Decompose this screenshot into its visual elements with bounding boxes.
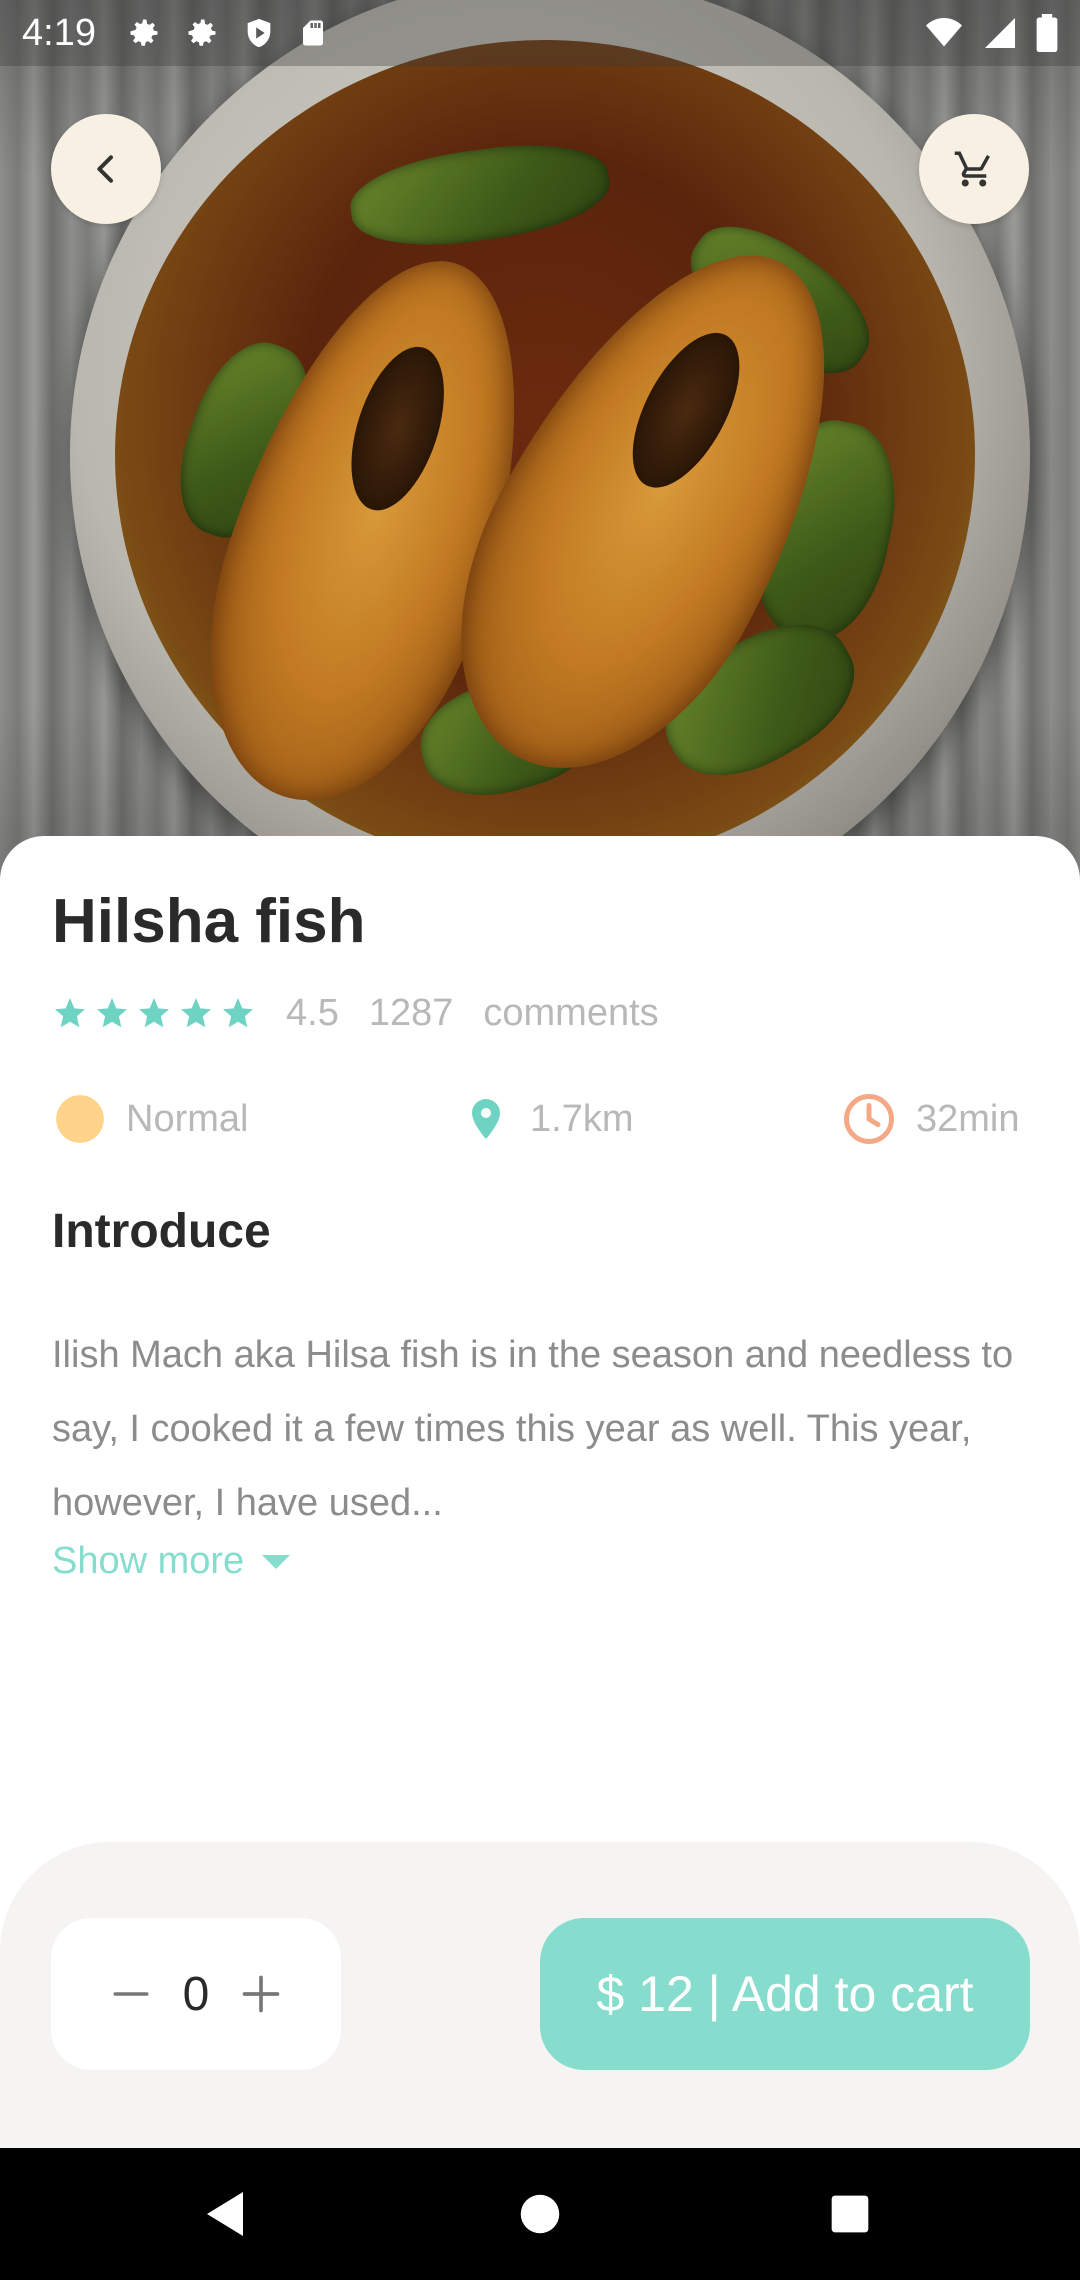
location-pin-icon bbox=[472, 1099, 500, 1139]
level-label: Normal bbox=[126, 1097, 249, 1140]
show-more-link[interactable]: Show more bbox=[52, 1540, 291, 1583]
star-icon bbox=[181, 998, 211, 1028]
star-rating bbox=[52, 995, 256, 1031]
minus-icon bbox=[113, 1992, 149, 1996]
battery-icon bbox=[1036, 14, 1058, 52]
increment-button[interactable] bbox=[235, 1968, 287, 2020]
difficulty-level: Normal bbox=[54, 1090, 248, 1148]
sd-card-icon bbox=[302, 20, 323, 46]
product-title: Hilsha fish bbox=[52, 887, 366, 956]
caret-down-icon bbox=[262, 1554, 291, 1569]
cart-icon bbox=[954, 151, 990, 187]
comment-count: 1287 bbox=[368, 991, 454, 1034]
star-icon bbox=[97, 998, 127, 1028]
add-to-cart-button[interactable]: $ 12 | Add to cart bbox=[540, 1918, 1030, 2070]
nav-recents-button[interactable] bbox=[820, 2184, 880, 2244]
introduce-heading: Introduce bbox=[52, 1205, 271, 1258]
nav-back-icon bbox=[207, 2192, 243, 2236]
star-icon bbox=[139, 998, 169, 1028]
status-bar: 4:19 bbox=[0, 0, 1080, 66]
wifi-icon bbox=[926, 18, 962, 47]
quantity-stepper: 0 bbox=[51, 1918, 341, 2070]
level-dot-icon bbox=[56, 1095, 104, 1143]
star-icon bbox=[223, 998, 253, 1028]
show-more-label: Show more bbox=[52, 1540, 245, 1582]
system-nav-bar bbox=[0, 2148, 1080, 2280]
meta-row: Normal 1.7km 32min bbox=[0, 1090, 1080, 1148]
settings-icon bbox=[188, 19, 216, 46]
comments-label: comments bbox=[483, 991, 659, 1034]
signal-icon bbox=[985, 18, 1015, 48]
nav-home-button[interactable] bbox=[510, 2184, 570, 2244]
time-label: 32min bbox=[916, 1097, 1020, 1140]
settings-icon bbox=[130, 19, 158, 46]
nav-recents-icon bbox=[831, 2195, 869, 2233]
shield-play-icon bbox=[247, 18, 271, 48]
nav-home-icon bbox=[520, 2194, 560, 2234]
quantity-value: 0 bbox=[182, 1967, 210, 2021]
chevron-left-icon bbox=[97, 155, 113, 183]
cook-time: 32min bbox=[842, 1090, 1020, 1148]
clock-icon bbox=[844, 1094, 894, 1144]
back-button[interactable] bbox=[51, 114, 161, 224]
food-photo bbox=[0, 0, 1080, 880]
nav-back-button[interactable] bbox=[195, 2184, 255, 2244]
cart-button[interactable] bbox=[919, 114, 1029, 224]
introduce-text: Ilish Mach aka Hilsa fish is in the seas… bbox=[52, 1334, 1014, 1524]
decrement-button[interactable] bbox=[105, 1968, 157, 2020]
plus-icon bbox=[243, 1975, 280, 2013]
status-time: 4:19 bbox=[22, 11, 96, 54]
rating-value: 4.5 bbox=[286, 991, 339, 1034]
distance: 1.7km bbox=[462, 1090, 633, 1148]
star-icon bbox=[55, 998, 85, 1028]
rating-row: 4.5 1287 comments bbox=[52, 986, 659, 1040]
distance-label: 1.7km bbox=[530, 1097, 634, 1140]
